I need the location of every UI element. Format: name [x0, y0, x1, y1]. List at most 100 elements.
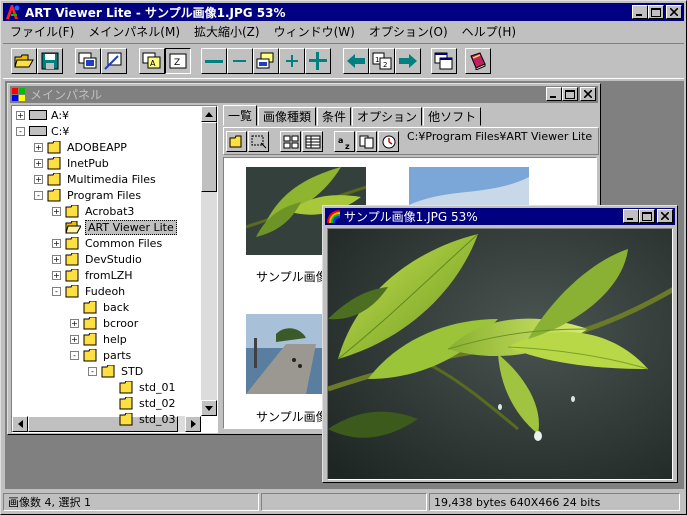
tree-item-label: Acrobat3 [85, 204, 135, 218]
tree-item[interactable]: std_02 [106, 395, 176, 411]
main-panel-title-bar[interactable]: メインパネル [10, 86, 598, 103]
tree-expander-icon[interactable]: + [16, 110, 25, 120]
tree-item[interactable]: - parts [70, 347, 131, 363]
menu-window[interactable]: ウィンドウ(W) [267, 23, 362, 40]
tree-item-label: ADOBEAPP [67, 140, 127, 154]
tree-expander-icon[interactable]: + [52, 270, 61, 280]
tree-item[interactable]: - Fudeoh [52, 283, 125, 299]
panel-grid-icon [12, 87, 25, 101]
panel-minimize-button[interactable] [546, 87, 562, 101]
menu-zoom[interactable]: 拡大縮小(Z) [187, 23, 267, 40]
image-maximize-button[interactable] [639, 209, 655, 223]
zoom-in-button[interactable] [305, 48, 331, 74]
zoom-fit-button[interactable]: A [139, 48, 165, 74]
tree-item[interactable]: + Multimedia Files [34, 171, 156, 187]
tree-item[interactable]: + ADOBEAPP [34, 139, 127, 155]
panel-maximize-button[interactable] [562, 87, 578, 101]
zoom-window-button[interactable]: Z [165, 48, 191, 74]
tree-expander-icon[interactable]: - [52, 286, 61, 296]
tree-vertical-scrollbar[interactable] [201, 106, 217, 416]
tree-item[interactable]: + Common Files [52, 235, 162, 251]
zoom-copy-button[interactable] [253, 48, 279, 74]
tree-expander-icon[interactable]: - [88, 366, 97, 376]
menu-main-panel[interactable]: メインパネル(M) [81, 23, 187, 40]
tree-expander-icon[interactable]: + [52, 238, 61, 248]
tree-expander-icon[interactable]: + [34, 142, 43, 152]
image-window: サンプル画像1.JPG 53% [322, 205, 678, 483]
maximize-button[interactable] [648, 5, 664, 19]
zoom-in-small-button[interactable] [279, 48, 305, 74]
image-window-title-bar[interactable]: サンプル画像1.JPG 53% [325, 208, 675, 225]
folder-tree[interactable]: + A:¥ - C:¥ + ADOBEAPP + InetPub + Multimedia Fil… [11, 105, 218, 433]
slideshow-button[interactable] [378, 131, 399, 152]
tab-other-software[interactable]: 他ソフト [423, 107, 482, 126]
tab-options[interactable]: オプション [352, 107, 423, 126]
tree-item[interactable]: + help [70, 331, 127, 347]
sort-button[interactable]: az [334, 131, 355, 152]
book-button[interactable] [465, 48, 491, 74]
menu-help[interactable]: ヘルプ(H) [455, 23, 523, 40]
tree-expander-icon[interactable]: - [16, 126, 25, 136]
tree-expander-icon[interactable]: + [34, 158, 43, 168]
up-folder-button[interactable] [226, 131, 247, 152]
save-button[interactable] [37, 48, 63, 74]
minimize-button[interactable] [632, 5, 648, 19]
main-panel-title: メインパネル [30, 88, 103, 102]
title-bar[interactable]: ART Viewer Lite - サンプル画像1.JPG 53% [3, 3, 684, 21]
tree-item[interactable]: - STD [88, 363, 143, 379]
prev-arrow-icon [347, 54, 365, 68]
thumbnail-view-button[interactable] [75, 48, 101, 74]
tree-expander-icon[interactable]: + [70, 334, 79, 344]
next-button[interactable] [395, 48, 421, 74]
tree-expander-icon[interactable]: - [34, 190, 43, 200]
image-canvas[interactable] [327, 228, 673, 480]
tree-item[interactable]: + A:¥ [16, 107, 69, 123]
tree-expander-icon[interactable]: - [70, 350, 79, 360]
folder-icon [83, 332, 99, 346]
page-button[interactable]: 12 [369, 48, 395, 74]
copy-button[interactable] [356, 131, 377, 152]
scroll-left-button[interactable] [12, 416, 28, 432]
scroll-up-button[interactable] [201, 106, 217, 122]
image-close-button[interactable] [657, 209, 673, 223]
tree-item[interactable]: ART Viewer Lite [52, 219, 177, 235]
tree-item-label: bcroor [103, 316, 139, 330]
close-button[interactable] [666, 5, 682, 19]
tree-item[interactable]: std_01 [106, 379, 176, 395]
menu-options[interactable]: オプション(O) [362, 23, 455, 40]
tree-item-label: back [103, 300, 130, 314]
tree-expander-icon[interactable]: + [34, 174, 43, 184]
edit-button[interactable] [101, 48, 127, 74]
select-button[interactable] [248, 131, 269, 152]
window-button[interactable] [431, 48, 457, 74]
image-minimize-button[interactable] [623, 209, 639, 223]
tree-item[interactable]: std_03 [106, 411, 176, 427]
previous-button[interactable] [343, 48, 369, 74]
tab-list[interactable]: 一覧 [223, 105, 258, 126]
tree-expander-icon[interactable]: + [52, 206, 61, 216]
details-button[interactable] [302, 131, 323, 152]
open-button[interactable] [11, 48, 37, 74]
app-logo-icon[interactable] [5, 4, 21, 20]
tree-expander-icon[interactable]: + [52, 254, 61, 264]
tree-expander-icon[interactable]: + [70, 318, 79, 328]
zoom-out-small-button[interactable] [227, 48, 253, 74]
panel-close-button[interactable] [580, 87, 596, 101]
tree-item[interactable]: + Acrobat3 [52, 203, 134, 219]
tab-conditions[interactable]: 条件 [317, 107, 352, 126]
scroll-right-button[interactable] [185, 416, 201, 432]
menu-file[interactable]: ファイル(F) [3, 23, 81, 40]
tree-item[interactable]: back [70, 299, 129, 315]
tree-item[interactable]: + InetPub [34, 155, 109, 171]
tree-item[interactable]: + DevStudio [52, 251, 142, 267]
zoom-in-icon [309, 52, 327, 70]
tree-item[interactable]: + bcroor [70, 315, 138, 331]
scroll-down-button[interactable] [201, 400, 217, 416]
scroll-thumb[interactable] [201, 122, 217, 192]
tree-item[interactable]: - Program Files [34, 187, 141, 203]
zoom-out-button[interactable] [201, 48, 227, 74]
tree-item[interactable]: + fromLZH [52, 267, 133, 283]
tab-image-types[interactable]: 画像種類 [258, 107, 317, 126]
tree-item[interactable]: - C:¥ [16, 123, 69, 139]
large-icons-button[interactable] [280, 131, 301, 152]
